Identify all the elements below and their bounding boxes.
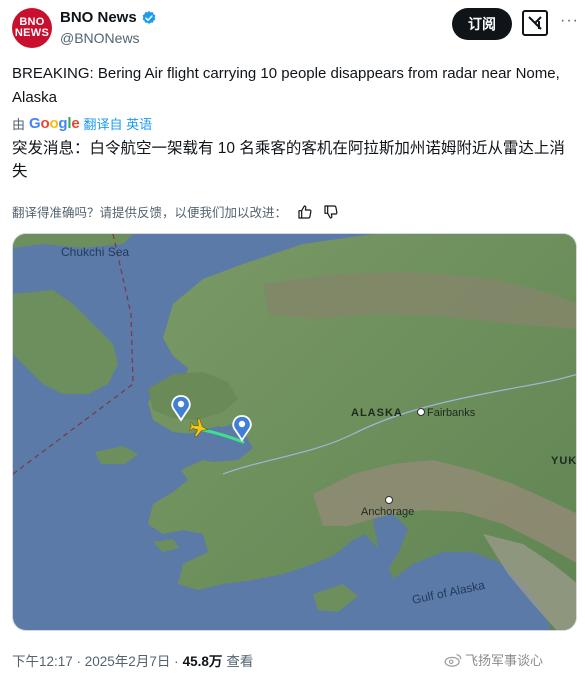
display-name-text[interactable]: BNO News bbox=[60, 9, 137, 26]
grok-icon[interactable] bbox=[522, 10, 548, 36]
translated-by-label: 由 bbox=[12, 117, 26, 132]
translation-attribution: 由 Google 翻译自 英语 bbox=[12, 114, 152, 133]
view-count: 45.8万 bbox=[182, 654, 223, 669]
watermark: 飞扬军事谈心 bbox=[444, 650, 543, 669]
flight-map-image[interactable]: Chukchi Sea ALASKA Fairbanks Anchorage G… bbox=[12, 233, 577, 631]
thumbs-down-icon[interactable] bbox=[323, 204, 339, 220]
chukchi-sea-label: Chukchi Sea bbox=[61, 245, 129, 259]
fairbanks-label: Fairbanks bbox=[427, 407, 476, 419]
tweet-text: BREAKING: Bering Air flight carrying 10 … bbox=[12, 65, 560, 106]
display-name[interactable]: BNO News bbox=[60, 9, 157, 26]
tweet-header: BNO NEWS BNO News @BNONews 订阅 ··· bbox=[0, 0, 587, 58]
tweet-timestamp[interactable]: 下午12:17 · 2025年2月7日 · bbox=[12, 650, 179, 670]
google-logo: Google bbox=[29, 115, 80, 132]
yukon-label: YUK bbox=[551, 455, 577, 467]
more-options-icon[interactable]: ··· bbox=[560, 12, 579, 30]
alaska-label: ALASKA bbox=[351, 407, 403, 419]
translated-text: 突发消息：白令航空一架载有 10 名乘客的客机在阿拉斯加州诺姆附近从雷达上消失 bbox=[12, 140, 565, 180]
anchorage-dot bbox=[385, 496, 393, 504]
feedback-prompt: 翻译得准确吗？请提供反馈，以便我们加以改进： bbox=[12, 206, 288, 220]
avatar-text-bottom: NEWS bbox=[14, 27, 50, 39]
avatar[interactable]: BNO NEWS bbox=[12, 8, 52, 48]
view-count-label: 查看 bbox=[226, 654, 254, 669]
weibo-logo-icon bbox=[444, 653, 462, 667]
watermark-text: 飞扬军事谈心 bbox=[465, 653, 544, 668]
handle[interactable]: @BNONews bbox=[60, 30, 140, 46]
alaska-map: Chukchi Sea ALASKA Fairbanks Anchorage G… bbox=[13, 234, 577, 630]
verified-badge-icon bbox=[142, 10, 156, 24]
tweet-meta: 下午12:17 · 2025年2月7日 · 45.8万 查看 bbox=[12, 650, 253, 670]
subscribe-button[interactable]: 订阅 bbox=[452, 8, 512, 40]
grok-glyph-icon bbox=[528, 16, 542, 30]
translated-from-link[interactable]: 翻译自 英语 bbox=[84, 114, 153, 133]
translation-feedback: 翻译得准确吗？请提供反馈，以便我们加以改进： bbox=[12, 202, 339, 221]
anchorage-label: Anchorage bbox=[361, 506, 414, 518]
fairbanks-dot bbox=[417, 408, 425, 416]
thumbs-up-icon[interactable] bbox=[297, 204, 313, 220]
